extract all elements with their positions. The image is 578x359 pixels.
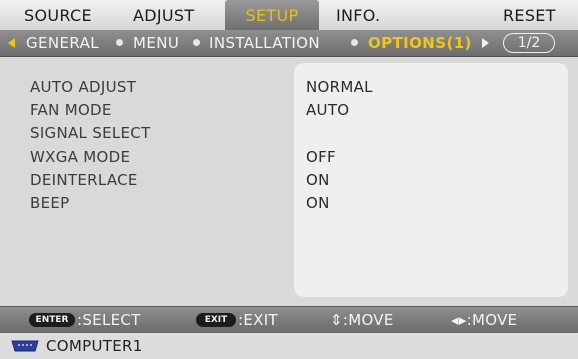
page-indicator: 1/2: [503, 33, 555, 53]
setting-value-auto-adjust[interactable]: NORMAL: [306, 78, 373, 96]
subtab-installation[interactable]: INSTALLATION: [209, 30, 320, 56]
tab-setup[interactable]: SETUP: [225, 0, 319, 30]
setting-label-deinterlace[interactable]: DEINTERLACE: [30, 171, 138, 189]
settings-panel: AUTO ADJUST NORMAL FAN MODE AUTO SIGNAL …: [0, 57, 578, 306]
projector-osd-menu: SOURCE ADJUST SETUP INFO. RESET GENERAL …: [0, 0, 578, 359]
subtab-general[interactable]: GENERAL: [26, 30, 99, 56]
vga-connector-icon: [11, 340, 39, 352]
setting-label-auto-adjust[interactable]: AUTO ADJUST: [30, 78, 136, 96]
current-source-label: COMPUTER1: [46, 337, 143, 355]
sub-tab-bar: GENERAL MENU INSTALLATION OPTIONS(1) 1/2: [0, 30, 578, 57]
help-bar: ENTER :SELECT EXIT :EXIT ⇕:MOVE ◂▸:MOVE: [0, 306, 578, 333]
source-bar: COMPUTER1: [0, 333, 578, 359]
setting-value-deinterlace[interactable]: ON: [306, 171, 330, 189]
subtab-options-1[interactable]: OPTIONS(1): [368, 30, 472, 56]
tab-adjust[interactable]: ADJUST: [133, 0, 194, 30]
help-exit: :EXIT: [238, 311, 278, 329]
tab-source[interactable]: SOURCE: [24, 0, 92, 30]
separator-dot-icon: [116, 39, 123, 46]
enter-key-icon: ENTER: [29, 313, 75, 327]
help-select: :SELECT: [77, 311, 141, 329]
subtab-menu[interactable]: MENU: [133, 30, 179, 56]
setting-label-beep[interactable]: BEEP: [30, 194, 70, 212]
setting-value-beep[interactable]: ON: [306, 194, 330, 212]
scroll-left-arrow-icon[interactable]: [8, 38, 15, 48]
setting-value-wxga-mode[interactable]: OFF: [306, 148, 336, 166]
tab-reset[interactable]: RESET: [503, 0, 556, 30]
value-panel: [294, 63, 568, 297]
main-tab-bar: SOURCE ADJUST SETUP INFO. RESET: [0, 0, 578, 31]
help-move-horizontal: ◂▸:MOVE: [451, 311, 518, 329]
tab-info[interactable]: INFO.: [336, 0, 380, 30]
setting-value-fan-mode[interactable]: AUTO: [306, 101, 349, 119]
separator-dot-icon: [351, 39, 358, 46]
scroll-right-arrow-icon[interactable]: [482, 38, 489, 48]
setting-label-signal-select[interactable]: SIGNAL SELECT: [30, 124, 151, 142]
setting-label-wxga-mode[interactable]: WXGA MODE: [30, 148, 130, 166]
setting-label-fan-mode[interactable]: FAN MODE: [30, 101, 112, 119]
separator-dot-icon: [193, 39, 200, 46]
help-move-vertical: ⇕:MOVE: [330, 311, 394, 329]
exit-key-icon: EXIT: [196, 313, 236, 327]
